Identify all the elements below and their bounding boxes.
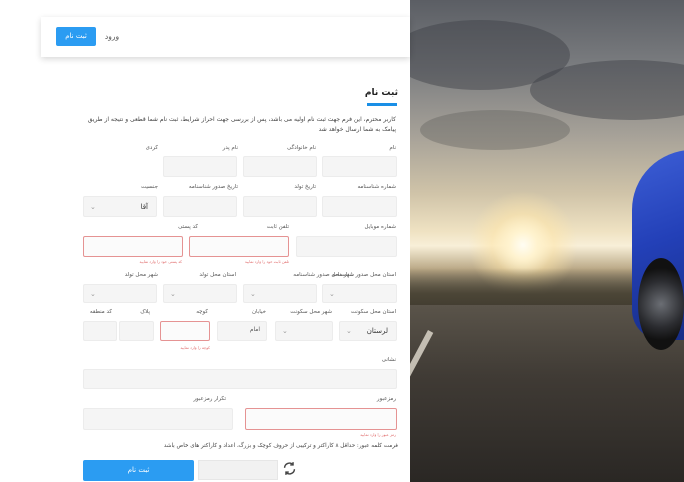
street-label: خیابان [252,309,266,315]
last-name-input[interactable] [243,156,317,177]
landline-input[interactable] [189,236,289,257]
residence-city-label: شهر محل سکونت [290,309,332,315]
id-number-input[interactable] [322,196,397,217]
landline-error: تلفن ثابت خود را وارد نمایید [244,259,289,264]
password-repeat-input[interactable] [83,408,233,430]
plaque-input[interactable] [119,321,154,341]
first-name-label: نام [389,145,396,151]
plaque-label: پلاک [140,309,150,315]
postal-code-input[interactable] [83,236,183,257]
postal-code-label: کد پستی [178,224,198,230]
id-issue-city-select[interactable]: ⌄ [243,284,317,303]
landline-label: تلفن ثابت [266,224,289,230]
captcha-image [198,460,278,480]
id-issue-province-select[interactable]: ⌄ [322,284,397,303]
chevron-down-icon: ⌄ [329,289,335,298]
id-issue-city-label: شهر محل صدور شناسنامه [293,272,354,278]
father-name-input[interactable] [163,156,237,177]
birth-date-label: تاریخ تولد [294,184,316,190]
area-code-label: کد منطقه [89,309,112,315]
birth-date-input[interactable] [243,196,317,217]
password-format-note: فرمت کلمه عبور: حداقل ۸ کاراکتر و ترکیبی… [163,443,398,449]
father-name-label: نام پدر [222,145,238,151]
birth-province-select[interactable]: ⌄ [163,284,237,303]
residence-province-select[interactable]: ⌄ لرستان [339,321,397,341]
chevron-down-icon: ⌄ [90,289,96,298]
hero-photo [410,0,684,482]
gender-value: آقا [140,202,148,211]
first-name-input[interactable] [322,156,397,177]
birth-province-label: استان محل تولد [199,272,236,278]
submit-signup-button[interactable]: ثبت نام [83,460,194,481]
birth-city-select[interactable]: ⌄ [83,284,157,303]
residence-province-value: لرستان [366,327,388,335]
last-name-label: نام خانوادگی [287,145,316,151]
id-issue-date-label: تاریخ صدور شناسنامه [188,184,238,190]
alley-error: کوچه را وارد نمایید [180,345,210,350]
page-title: ثبت نام [364,88,398,98]
password-repeat-label: تکرار رمزعبور [193,396,226,402]
chevron-down-icon: ⌄ [346,327,352,335]
mobile-input[interactable] [296,236,397,257]
password-error: رمز عبور را وارد نمایید [360,432,396,437]
postal-code-error: کد پستی خود را وارد نمایید [139,259,183,264]
birth-city-label: شهر محل تولد [124,272,158,278]
chevron-down-icon: ⌄ [250,289,256,298]
password-label: رمزعبور [376,396,396,402]
residence-city-select[interactable]: ⌄ [275,321,333,341]
intro-text: کاربر محترم، این فرم جهت ثبت نام اولیه م… [87,116,396,133]
street-input[interactable]: امام [217,321,267,341]
area-code-input[interactable] [83,321,117,341]
kurdi-label: کردی [145,145,158,151]
chevron-down-icon: ⌄ [90,202,96,211]
gender-label: جنسیت [140,184,158,190]
alley-input[interactable] [160,321,210,341]
signup-top-button[interactable]: ثبت نام [56,27,96,46]
id-number-label: شماره شناسنامه [357,184,396,190]
chevron-down-icon: ⌄ [282,327,288,335]
gender-select[interactable]: ⌄ آقا [83,196,157,217]
address-input[interactable] [83,369,397,389]
top-navbar: ثبت نام ورود [41,17,410,57]
title-underline [367,103,397,106]
password-input[interactable] [245,408,397,430]
address-label: نشانی [381,357,396,363]
chevron-down-icon: ⌄ [170,289,176,298]
id-issue-date-input[interactable] [163,196,237,217]
refresh-icon[interactable] [281,460,298,477]
alley-label: کوچه [196,309,208,315]
car-wheel [638,258,684,350]
residence-province-label: استان محل سکونت [350,309,396,315]
mobile-label: شماره موبایل [364,224,396,230]
login-link[interactable]: ورود [101,27,123,46]
street-prefix: امام [249,327,260,333]
